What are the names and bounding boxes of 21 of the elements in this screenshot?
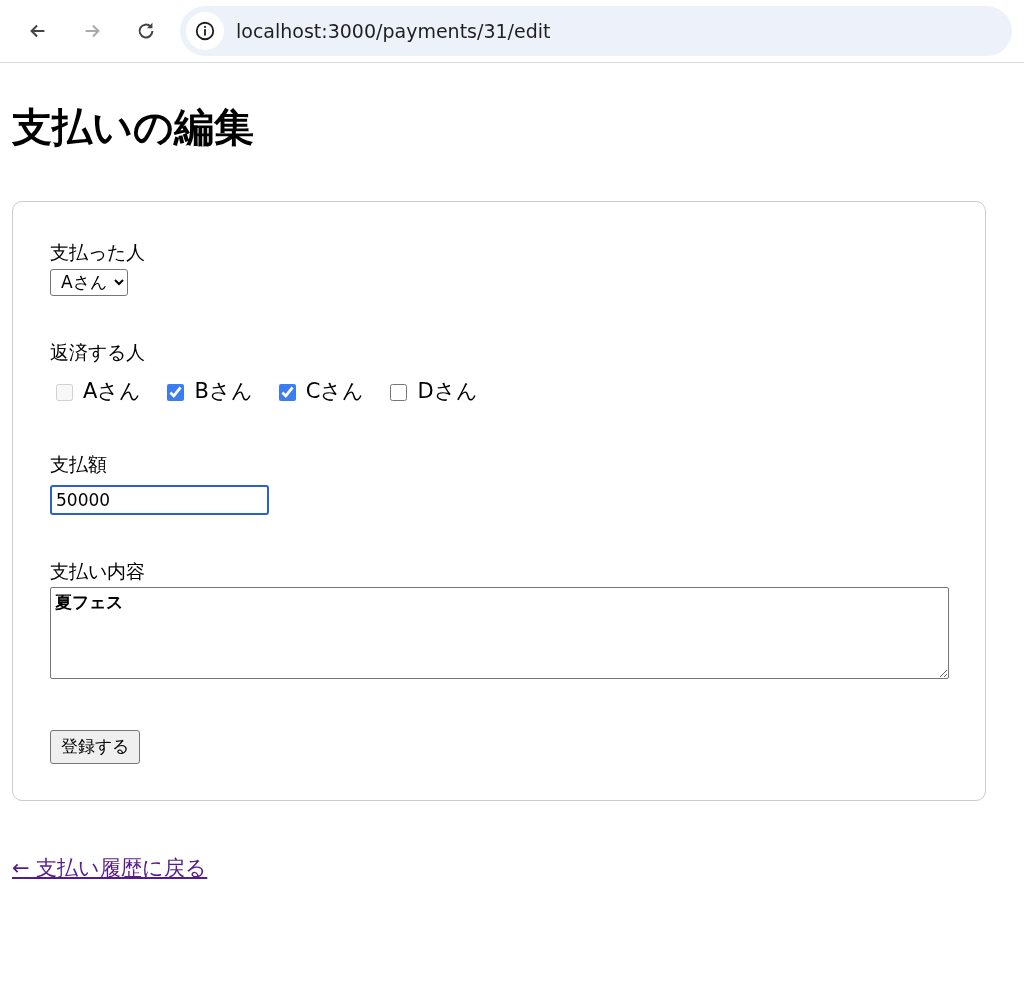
amount-field[interactable]: 50000 xyxy=(50,484,269,515)
checkbox[interactable] xyxy=(278,383,296,401)
checkbox[interactable] xyxy=(167,383,185,401)
address-bar[interactable]: localhost:3000/payments/31/edit xyxy=(180,6,1012,56)
back-link[interactable]: ← 支払い履歴に戻る xyxy=(12,852,208,885)
site-info-icon[interactable] xyxy=(186,12,224,50)
field-label: 支払い内容 xyxy=(50,558,145,584)
checkbox-label: Aさん xyxy=(83,378,142,406)
checkbox[interactable] xyxy=(390,383,408,401)
checkbox-label: Cさん xyxy=(305,378,365,406)
url-text: localhost:3000/payments/31/edit xyxy=(236,18,551,44)
checkbox-label: Bさん xyxy=(194,378,253,406)
checkbox-label: Dさん xyxy=(417,378,478,406)
submit-button[interactable]: 登録する xyxy=(50,730,140,764)
description-field[interactable]: 夏フェス xyxy=(50,587,949,680)
field-label: 支払額 xyxy=(50,451,107,477)
field-label: 返済する人 xyxy=(50,339,145,365)
info-icon xyxy=(194,20,216,42)
payer-select[interactable]: Aさん xyxy=(50,268,128,296)
field-label: 支払った人 xyxy=(50,240,145,265)
page-title: 支払いの編集 xyxy=(12,103,255,151)
